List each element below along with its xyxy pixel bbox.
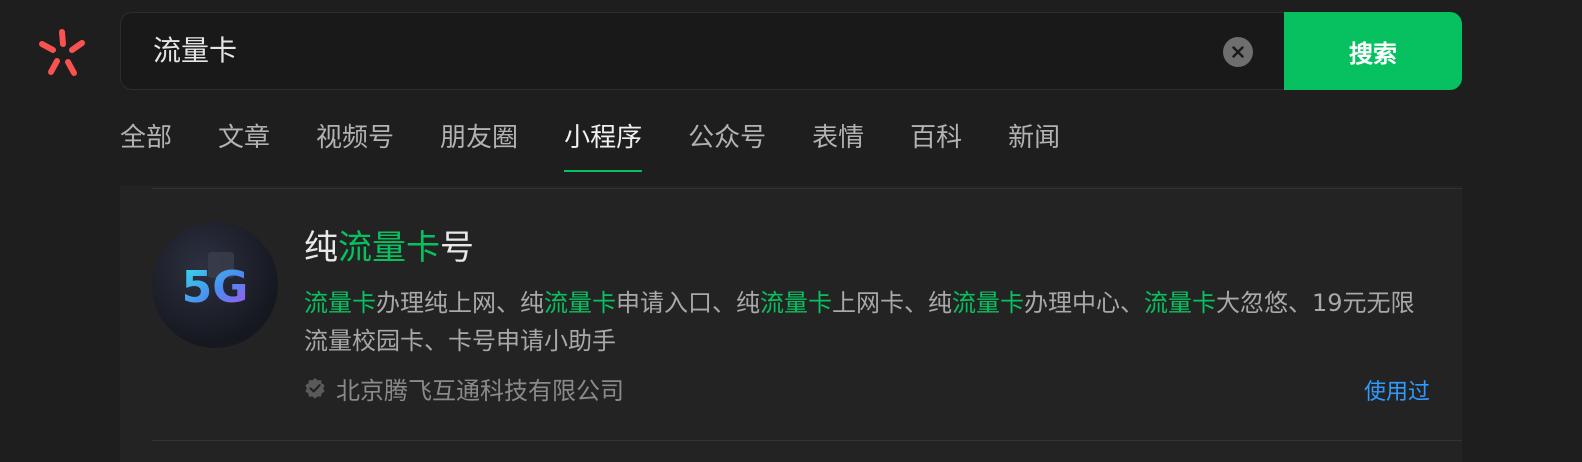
clear-icon [1232, 46, 1244, 58]
avatar-text: 5G [182, 262, 249, 313]
tab-news[interactable]: 新闻 [1008, 118, 1060, 172]
divider [152, 188, 1462, 189]
verified-badge-icon [305, 378, 325, 399]
tab-mini-programs[interactable]: 小程序 [564, 118, 643, 172]
title-highlight: 流量卡 [338, 228, 440, 268]
results-list: 5G 纯流量卡号 流量卡办理纯上网、纯流量卡申请入口、纯流量卡上网卡、纯流量卡办… [120, 186, 1462, 462]
desc-highlight: 流量卡 [304, 289, 376, 317]
tab-stickers[interactable]: 表情 [812, 118, 864, 172]
search-page: 流量卡 搜索 全部 文章 视频号 朋友圈 小程序 公众号 表情 百科 新闻 5G… [0, 0, 1582, 462]
used-before-label[interactable]: 使用过 [1364, 374, 1430, 406]
tab-articles[interactable]: 文章 [218, 118, 270, 172]
tab-official-accounts[interactable]: 公众号 [688, 118, 766, 172]
tab-all[interactable]: 全部 [120, 118, 172, 172]
result-title[interactable]: 纯流量卡号 [304, 228, 474, 268]
clear-button[interactable] [1223, 37, 1253, 67]
desc-highlight: 流量卡 [1144, 289, 1216, 317]
mini-program-avatar[interactable]: 5G [152, 222, 278, 348]
tab-channels[interactable]: 视频号 [316, 118, 394, 172]
publisher-name: 北京腾飞互通科技有限公司 [336, 376, 624, 405]
divider [152, 440, 1462, 441]
category-tabs: 全部 文章 视频号 朋友圈 小程序 公众号 表情 百科 新闻 [120, 118, 1106, 174]
desc-highlight: 流量卡 [760, 289, 832, 317]
desc-text: 办理中心、 [1024, 289, 1144, 317]
desc-text: 上网卡、纯 [832, 289, 952, 317]
publisher-info: 北京腾飞互通科技有限公司 [304, 372, 624, 405]
desc-text: 办理纯上网、纯 [376, 289, 544, 317]
5g-logo-icon: 5G [182, 252, 249, 313]
desc-text: 申请入口、纯 [616, 289, 760, 317]
result-description: 流量卡办理纯上网、纯流量卡申请入口、纯流量卡上网卡、纯流量卡办理中心、流量卡大忽… [304, 284, 1434, 360]
desc-highlight: 流量卡 [544, 289, 616, 317]
desc-highlight: 流量卡 [952, 289, 1024, 317]
tab-encyclopedia[interactable]: 百科 [910, 118, 962, 172]
title-suffix: 号 [440, 228, 474, 268]
search-field[interactable]: 流量卡 [120, 12, 1284, 90]
search-input[interactable]: 流量卡 [153, 33, 237, 69]
search-button[interactable]: 搜索 [1284, 12, 1462, 90]
title-prefix: 纯 [304, 228, 338, 268]
tab-moments[interactable]: 朋友圈 [440, 118, 518, 172]
search-logo-icon[interactable] [36, 26, 92, 80]
